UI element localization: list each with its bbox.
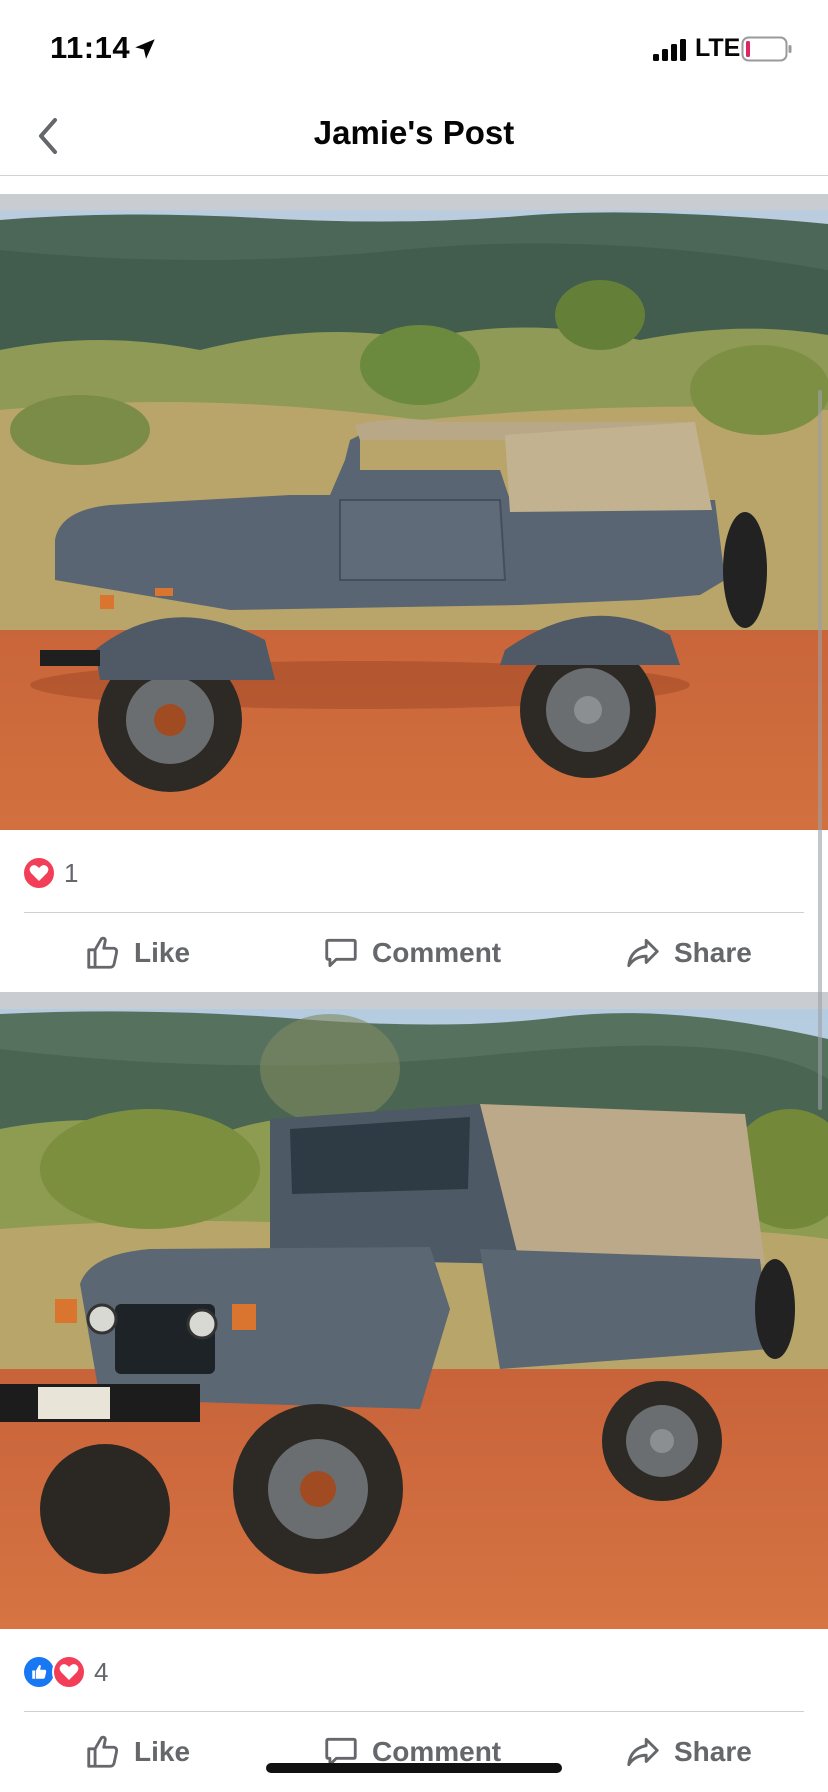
like-reaction-icon (22, 1655, 56, 1689)
divider (24, 912, 804, 913)
jeep-front-image (0, 1009, 828, 1629)
jeep-side-image (0, 210, 828, 830)
share-button[interactable]: Share (624, 918, 752, 988)
home-indicator[interactable] (266, 1763, 562, 1773)
love-reaction-icon (22, 856, 56, 890)
battery-icon (741, 36, 792, 62)
post-actions: Like Comment Share (0, 918, 828, 988)
thumbs-up-icon (87, 1735, 119, 1768)
thumbs-up-icon (87, 936, 119, 969)
signal-bars-icon (653, 39, 686, 61)
share-label: Share (674, 1736, 752, 1767)
comment-button[interactable]: Comment (322, 1717, 501, 1787)
reaction-count: 4 (94, 1656, 109, 1687)
share-button[interactable]: Share (624, 1717, 752, 1787)
like-button[interactable]: Like (84, 1717, 190, 1787)
navigation-bar: Jamie's Post (0, 100, 828, 176)
scrollbar[interactable] (818, 390, 822, 1110)
status-bar: 11:14 LTE (0, 0, 828, 100)
reaction-count: 1 (64, 857, 79, 888)
like-button[interactable]: Like (84, 918, 190, 988)
share-arrow-icon (627, 938, 659, 968)
reactions-summary[interactable]: 1 (22, 853, 78, 893)
comment-button[interactable]: Comment (322, 918, 501, 988)
post-separator (0, 992, 828, 1009)
post-separator (0, 194, 828, 210)
share-label: Share (674, 937, 752, 968)
comment-bubble-icon (325, 938, 357, 968)
share-arrow-icon (627, 1737, 659, 1767)
post-photo-1[interactable] (0, 210, 828, 830)
network-type-label: LTE (695, 34, 741, 62)
like-label: Like (134, 937, 191, 968)
location-arrow-icon (135, 39, 155, 59)
post-photo-2[interactable] (0, 1009, 828, 1629)
reactions-summary[interactable]: 4 (22, 1652, 108, 1692)
comment-label: Comment (372, 937, 502, 968)
like-label: Like (134, 1736, 191, 1767)
divider (24, 1711, 804, 1712)
status-time: 11:14 (50, 30, 131, 65)
post-actions: Like Comment Share (0, 1717, 828, 1787)
love-reaction-icon (52, 1655, 86, 1689)
page-title: Jamie's Post (313, 114, 515, 151)
